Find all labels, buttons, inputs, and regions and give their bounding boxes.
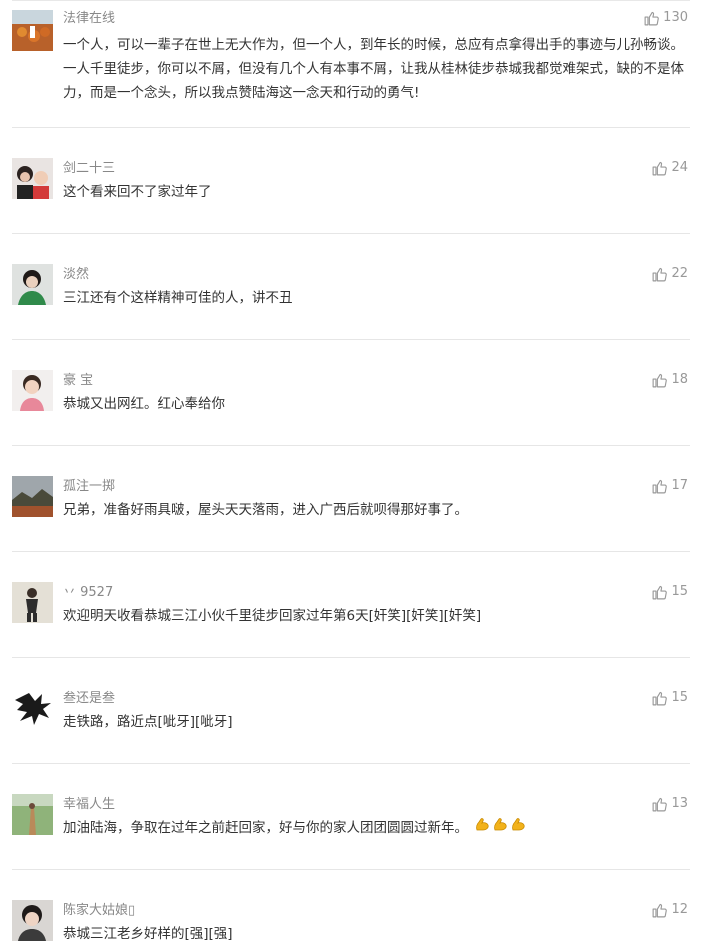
strong-arm-emoji bbox=[474, 816, 490, 840]
like-count: 12 bbox=[671, 902, 688, 917]
username[interactable]: 孤注一掷 bbox=[63, 478, 115, 496]
thumbs-up-icon bbox=[653, 585, 668, 599]
username[interactable]: 剑二十三 bbox=[63, 160, 115, 178]
user-avatar[interactable] bbox=[12, 10, 53, 51]
comment-item: 叁还是叁 15 走铁路，路近点[呲牙][呲牙] bbox=[12, 658, 690, 764]
user-avatar[interactable] bbox=[12, 370, 53, 411]
like-count: 24 bbox=[671, 160, 688, 175]
username[interactable]: 陈家大姑娘▯ bbox=[63, 902, 135, 920]
comment-text: 走铁路，路近点[呲牙][呲牙] bbox=[63, 714, 233, 730]
thumbs-up-icon bbox=[653, 373, 668, 387]
thumbs-up-icon bbox=[653, 797, 668, 811]
comment-item: 孤注一掷 17 兄弟，准备好雨具啵，屋头天天落雨，进入广西后就呗得那好事了。 bbox=[12, 446, 690, 552]
thumbs-up-icon bbox=[653, 479, 668, 493]
comment-item: 陈家大姑娘▯ 12 恭城三江老乡好样的[强][强] bbox=[12, 870, 690, 949]
like-button[interactable]: 130 bbox=[643, 8, 688, 28]
username[interactable]: 幸福人生 bbox=[63, 796, 115, 814]
like-button[interactable]: 17 bbox=[651, 476, 688, 496]
like-button[interactable]: 18 bbox=[651, 370, 688, 390]
user-avatar[interactable] bbox=[12, 794, 53, 835]
username[interactable]: 丷 9527 bbox=[63, 584, 113, 602]
user-avatar[interactable] bbox=[12, 688, 53, 729]
like-button[interactable]: 12 bbox=[651, 900, 688, 920]
user-avatar[interactable] bbox=[12, 158, 53, 199]
comment-item: 丷 9527 15 欢迎明天收看恭城三江小伙千里徒步回家过年第6天[奸笑][奸笑… bbox=[12, 552, 690, 658]
like-count: 22 bbox=[671, 266, 688, 281]
user-avatar[interactable] bbox=[12, 264, 53, 305]
user-avatar[interactable] bbox=[12, 900, 53, 941]
like-button[interactable]: 15 bbox=[651, 582, 688, 602]
comment-text: 一个人，可以一辈子在世上无大作为，但一个人，到年长的时候，总应有点拿得出手的事迹… bbox=[63, 37, 684, 101]
like-count: 15 bbox=[671, 690, 688, 705]
strong-arm-emoji bbox=[510, 816, 526, 840]
comment-item: 淡然 22 三江还有个这样精神可佳的人，讲不丑 bbox=[12, 234, 690, 340]
like-count: 13 bbox=[671, 796, 688, 811]
comment-item: 剑二十三 24 这个看来回不了家过年了 bbox=[12, 128, 690, 234]
thumbs-up-icon bbox=[653, 267, 668, 281]
thumbs-up-icon bbox=[653, 691, 668, 705]
like-button[interactable]: 24 bbox=[651, 158, 688, 178]
like-count: 18 bbox=[671, 372, 688, 387]
thumbs-up-icon bbox=[653, 903, 668, 917]
like-button[interactable]: 13 bbox=[651, 794, 688, 814]
comment-text: 加油陆海，争取在过年之前赶回家，好与你的家人团团圆圆过新年。 bbox=[63, 816, 687, 840]
user-avatar[interactable] bbox=[12, 476, 53, 517]
username[interactable]: 叁还是叁 bbox=[63, 690, 115, 708]
strong-arm-emoji bbox=[492, 816, 508, 840]
comment-text: 这个看来回不了家过年了 bbox=[63, 184, 212, 200]
comment-text-body: 加油陆海，争取在过年之前赶回家，好与你的家人团团圆圆过新年。 bbox=[63, 820, 468, 836]
comment-item: 法律在线 130 一个人，可以一辈子在世上无大作为，但一个人，到年长的时候，总应… bbox=[12, 0, 690, 128]
like-count: 17 bbox=[671, 478, 688, 493]
comment-text: 欢迎明天收看恭城三江小伙千里徒步回家过年第6天[奸笑][奸笑][奸笑] bbox=[63, 608, 482, 624]
like-count: 130 bbox=[663, 10, 688, 25]
thumbs-up-icon bbox=[644, 11, 659, 25]
comment-text: 恭城又出网红。红心奉给你 bbox=[63, 396, 225, 412]
comment-text: 三江还有个这样精神可佳的人，讲不丑 bbox=[63, 290, 293, 306]
user-avatar[interactable] bbox=[12, 582, 53, 623]
comment-item: 豪 宝 18 恭城又出网红。红心奉给你 bbox=[12, 340, 690, 446]
username[interactable]: 法律在线 bbox=[63, 10, 115, 28]
like-count: 15 bbox=[671, 584, 688, 599]
thumbs-up-icon bbox=[653, 161, 668, 175]
comment-text: 兄弟，准备好雨具啵，屋头天天落雨，进入广西后就呗得那好事了。 bbox=[63, 502, 468, 518]
like-button[interactable]: 22 bbox=[651, 264, 688, 284]
username[interactable]: 豪 宝 bbox=[63, 372, 93, 390]
comment-item: 幸福人生 13 加油陆海，争取在过年之前赶回家，好与你的家人团团圆圆过新年。 bbox=[12, 764, 690, 870]
username[interactable]: 淡然 bbox=[63, 266, 89, 284]
like-button[interactable]: 15 bbox=[651, 688, 688, 708]
comment-text: 恭城三江老乡好样的[强][强] bbox=[63, 926, 233, 942]
